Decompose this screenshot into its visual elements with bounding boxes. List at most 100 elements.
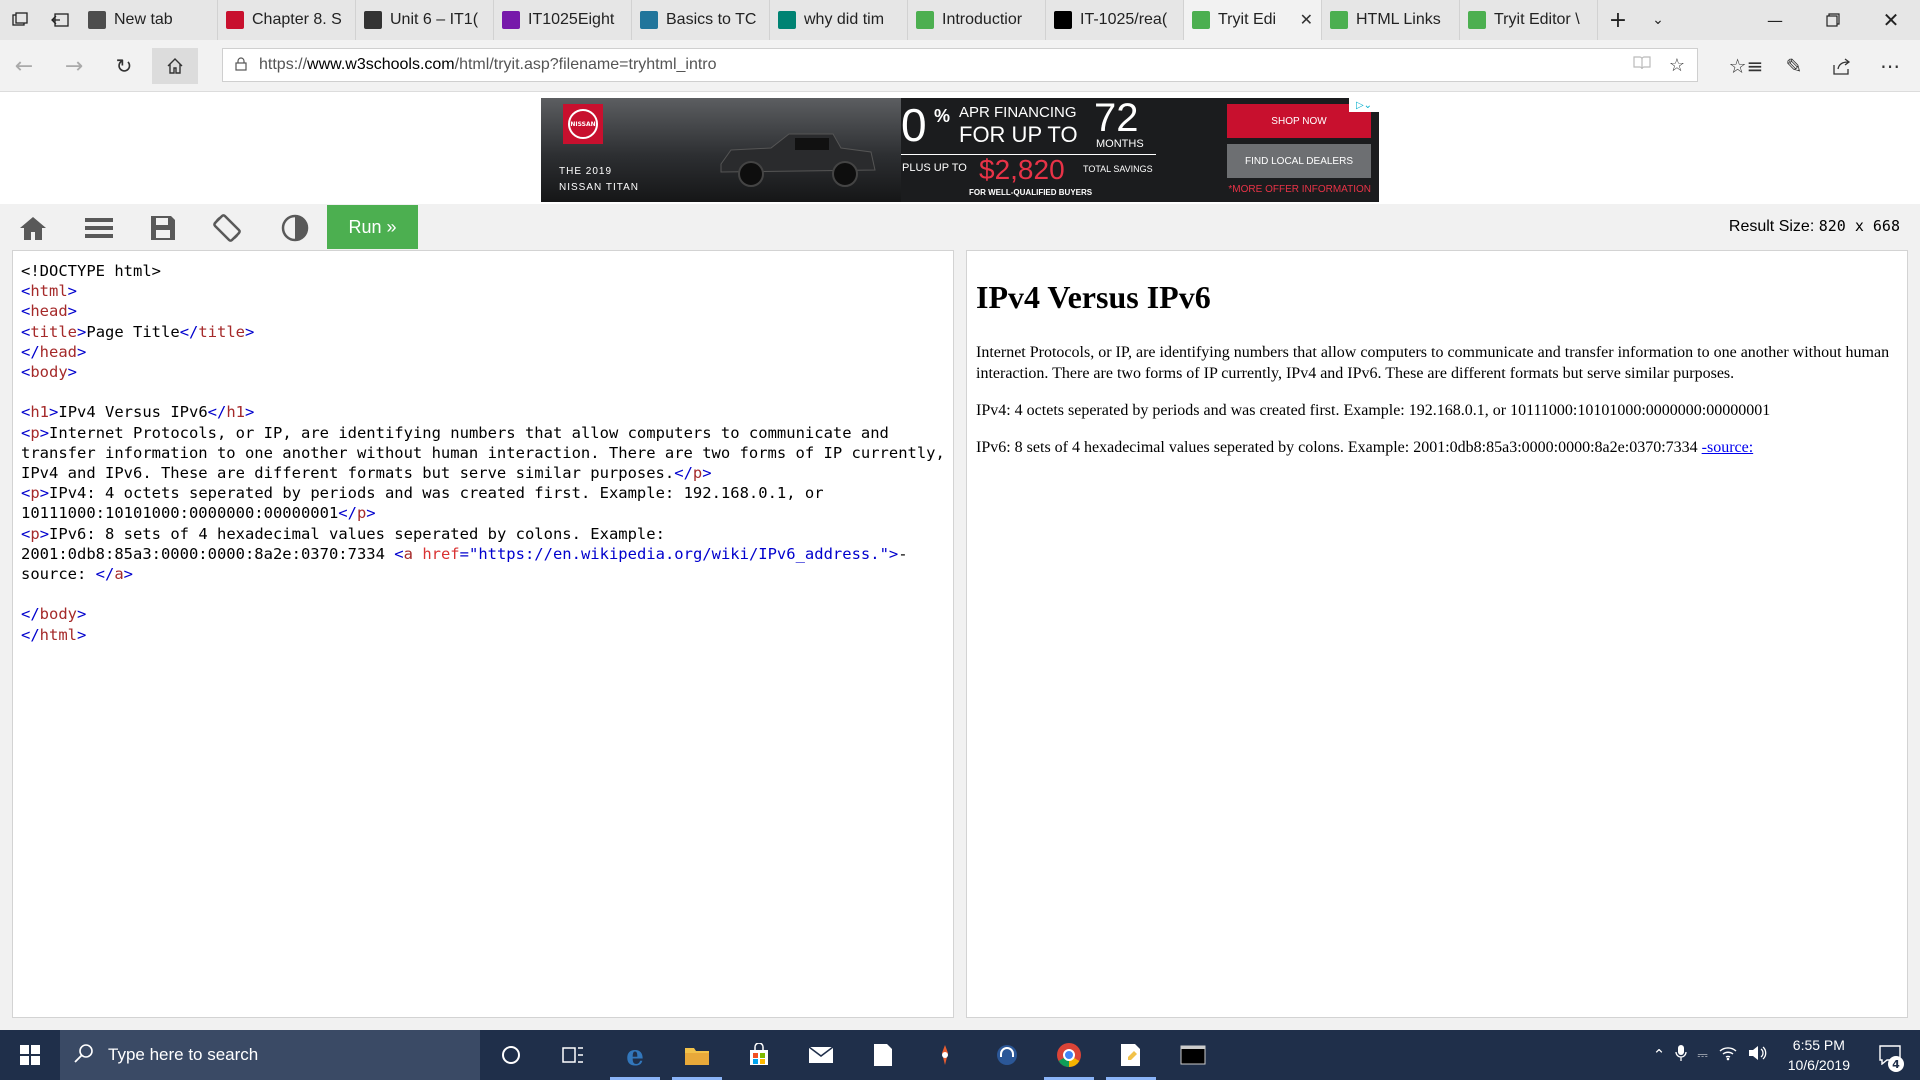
share-icon[interactable]: [1820, 48, 1864, 84]
taskbar-search-box[interactable]: Type here to search: [60, 1030, 480, 1080]
home-icon[interactable]: [12, 207, 54, 249]
taskbar-clock[interactable]: 6:55 PM 10/6/2019: [1778, 1035, 1860, 1075]
more-menu-icon[interactable]: ⋯: [1868, 48, 1912, 84]
code-text[interactable]: <!DOCTYPE html> <html> <head> <title>Pag…: [21, 261, 945, 645]
browser-tab[interactable]: Basics to TC: [632, 0, 770, 40]
ad-months-label: MONTHS: [1096, 138, 1144, 150]
tab-label: IT1025Eight: [528, 11, 615, 28]
chrome-icon[interactable]: [1038, 1030, 1100, 1080]
newtab-icon: [88, 11, 106, 29]
tab-label: Introductior: [942, 11, 1023, 28]
result-size-display: Result Size: 820 x 668: [1729, 217, 1900, 236]
close-window-button[interactable]: ✕: [1862, 0, 1920, 40]
w3schools-icon: [1330, 11, 1348, 29]
ad-find-dealers-button[interactable]: FIND LOCAL DEALERS: [1227, 144, 1371, 178]
action-center-icon[interactable]: 4: [1870, 1030, 1910, 1080]
clock-date: 10/6/2019: [1787, 1057, 1850, 1073]
home-button[interactable]: [152, 48, 198, 84]
mail-icon[interactable]: [790, 1030, 852, 1080]
close-tab-icon[interactable]: ✕: [1300, 10, 1313, 30]
rotate-layout-icon[interactable]: [206, 207, 248, 249]
ad-for-up-to: FOR UP TO: [959, 122, 1078, 147]
cortana-icon[interactable]: [480, 1030, 542, 1080]
truck-image: [720, 133, 876, 187]
volume-icon[interactable]: [1748, 1045, 1768, 1065]
headset-app-icon[interactable]: [976, 1030, 1038, 1080]
set-aside-tabs-icon[interactable]: [40, 0, 80, 40]
command-prompt-icon[interactable]: [1162, 1030, 1224, 1080]
browser-tab[interactable]: HTML Links: [1322, 0, 1460, 40]
browser-tab[interactable]: why did tim: [770, 0, 908, 40]
run-button[interactable]: Run »: [327, 205, 418, 249]
back-button[interactable]: ←: [4, 48, 44, 84]
wifi-icon[interactable]: [1718, 1045, 1738, 1065]
script-editor-icon[interactable]: [1100, 1030, 1162, 1080]
input-method-icon[interactable]: ⎓: [1697, 1048, 1707, 1063]
browser-tab[interactable]: IT1025Eight: [494, 0, 632, 40]
tab-label: Chapter 8. S: [252, 11, 342, 28]
reading-view-icon[interactable]: [1633, 55, 1651, 76]
w3schools-icon: [1468, 11, 1486, 29]
notes-pen-icon[interactable]: ✎: [1772, 48, 1816, 84]
github-icon: [1054, 11, 1072, 29]
browser-tab[interactable]: Tryit Edi ✕: [1184, 0, 1322, 40]
snip-tool-icon[interactable]: [914, 1030, 976, 1080]
lock-icon: [235, 56, 247, 74]
notification-count-badge: 4: [1888, 1056, 1904, 1072]
result-heading: IPv4 Versus IPv6: [976, 279, 1211, 315]
tab-label: IT-1025/rea(: [1080, 11, 1168, 28]
book-icon: [226, 11, 244, 29]
microphone-icon[interactable]: [1675, 1044, 1687, 1066]
bing-icon: [778, 11, 796, 29]
microsoft-store-icon[interactable]: [728, 1030, 790, 1080]
edge-browser-icon[interactable]: e: [604, 1030, 666, 1080]
ad-more-offer-link[interactable]: *MORE OFFER INFORMATION: [1209, 184, 1371, 195]
dark-mode-toggle-icon[interactable]: [274, 207, 316, 249]
browser-tab[interactable]: Chapter 8. S: [218, 0, 356, 40]
result-size-label: Result Size:: [1728, 218, 1815, 235]
file-explorer-icon[interactable]: [666, 1030, 728, 1080]
tab-label: HTML Links: [1356, 11, 1441, 28]
tab-actions-icon[interactable]: [0, 0, 40, 40]
search-icon: [74, 1043, 94, 1068]
nissan-ad[interactable]: NISSAN THE 2019 NISSAN TITAN 0 % APR FINA…: [541, 98, 1379, 202]
favorite-star-icon[interactable]: ☆: [1669, 55, 1685, 76]
notepad-icon[interactable]: [852, 1030, 914, 1080]
browser-tab[interactable]: Introductior: [908, 0, 1046, 40]
browser-tab[interactable]: Unit 6 – IT1(: [356, 0, 494, 40]
browser-tab[interactable]: Tryit Editor \: [1460, 0, 1598, 40]
browser-tab-strip: New tab Chapter 8. S Unit 6 – IT1( IT1025Ei…: [0, 0, 1920, 40]
adchoices-icon[interactable]: ▷⌄: [1349, 98, 1379, 112]
browser-tab[interactable]: New tab: [80, 0, 218, 40]
save-icon[interactable]: [142, 207, 184, 249]
browser-tab[interactable]: IT-1025/rea(: [1046, 0, 1184, 40]
nissan-logo: NISSAN: [563, 104, 603, 144]
tab-label: why did tim: [804, 11, 885, 28]
new-tab-button[interactable]: +: [1598, 0, 1638, 40]
result-paragraph-1: Internet Protocols, or IP, are identifyi…: [976, 344, 1890, 382]
menu-icon[interactable]: [78, 207, 120, 249]
tab-label: New tab: [114, 11, 173, 28]
windows-start-icon[interactable]: [0, 1030, 60, 1080]
restore-button[interactable]: [1804, 0, 1862, 40]
ad-months-number: 72: [1094, 98, 1139, 140]
address-bar-row: ← → ↻ https://www.w3schools.com/html/try…: [0, 40, 1920, 92]
clock-time: 6:55 PM: [1792, 1037, 1845, 1053]
tryit-toolbar: Run » Result Size: 820 x 668: [0, 204, 1920, 250]
task-view-icon[interactable]: [542, 1030, 604, 1080]
favorites-list-icon[interactable]: ☆≡: [1724, 48, 1768, 84]
source-link[interactable]: -source:: [1702, 439, 1754, 456]
refresh-button[interactable]: ↻: [104, 48, 144, 84]
windows-taskbar: Type here to search e ⌃ ⎓ 6:55 PM 10/6/2…: [0, 1030, 1920, 1080]
minimize-button[interactable]: —: [1746, 0, 1804, 40]
code-editor[interactable]: <!DOCTYPE html> <html> <head> <title>Pag…: [12, 250, 954, 1018]
show-hidden-icons-chevron-icon[interactable]: ⌃: [1653, 1046, 1666, 1064]
url-input[interactable]: https://www.w3schools.com/html/tryit.asp…: [222, 48, 1698, 82]
forward-button[interactable]: →: [54, 48, 94, 84]
editor-panes: <!DOCTYPE html> <html> <head> <title>Pag…: [0, 250, 1920, 1030]
tab-preview-chevron-icon[interactable]: ⌄: [1638, 0, 1678, 40]
ad-disclaimer: FOR WELL-QUALIFIED BUYERS: [969, 188, 1093, 197]
result-frame[interactable]: IPv4 Versus IPv6 Internet Protocols, or …: [966, 250, 1908, 1018]
result-size-value: 820 x 668: [1818, 217, 1900, 235]
result-paragraph-3: IPv6: 8 sets of 4 hexadecimal values sep…: [976, 439, 1754, 456]
